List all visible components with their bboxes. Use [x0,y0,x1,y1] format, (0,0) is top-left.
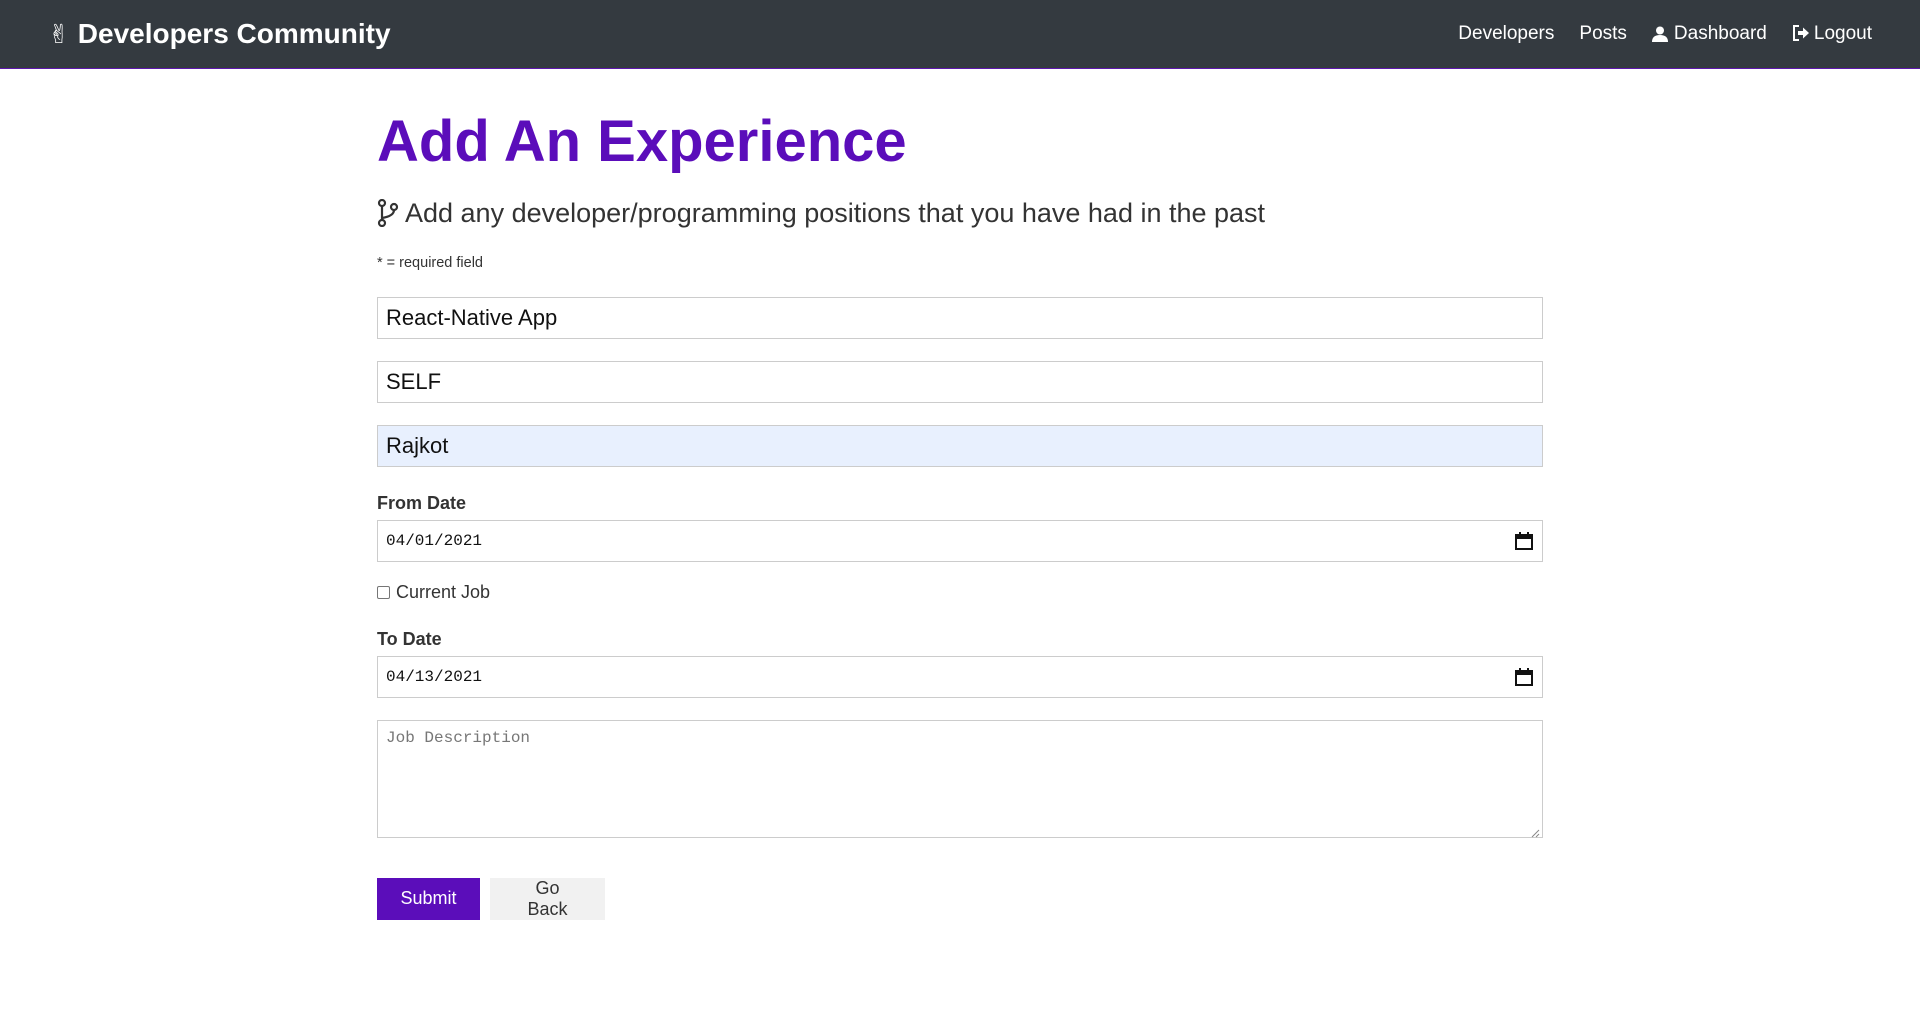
nav-link-label: Posts [1579,23,1627,44]
location-input[interactable]: Rajkot [377,424,1543,467]
job-title-group: React-Native App [377,296,1543,339]
from-date-group: From Date 04/01/2021 [377,493,1543,562]
nav-link-dashboard[interactable]: Dashboard [1651,23,1767,45]
lead-text: Add any developer/programming positions … [405,197,1266,228]
page-lead: Add any developer/programming positions … [377,198,1543,229]
nav-link-label: Logout [1813,23,1872,44]
current-job-row: Current Job [377,582,1543,603]
from-date-label: From Date [377,492,467,513]
page-title: Add An Experience [377,109,907,174]
job-title-input[interactable]: React-Native App [377,296,1543,339]
company-input[interactable]: SELF [377,360,1543,403]
navbar: ✌ Developers Community Developers Posts … [0,0,1920,69]
nav-links: Developers Posts Dashboard Logout [1458,23,1872,45]
nav-link-label: Developers [1458,23,1555,44]
to-date-input[interactable]: 04/13/2021 [377,655,1543,698]
calendar-icon[interactable] [1514,531,1534,551]
experience-form: React-Native App SELF Rajkot From Date 0… [377,296,1543,920]
current-job-checkbox[interactable] [377,585,390,599]
nav-link-label: Dashboard [1673,23,1767,44]
to-date-label: To Date [377,628,442,649]
brand-label: Developers Community [77,18,391,49]
brand-link[interactable]: ✌ Developers Community [48,18,391,50]
sign-out-icon [1792,25,1810,43]
submit-button[interactable]: Submit [377,877,480,920]
peace-hand-icon: ✌ [48,19,70,49]
to-date-value: 04/13/2021 [386,667,483,686]
main-content: Add An Experience Add any developer/prog… [377,69,1543,920]
user-icon [1651,25,1670,43]
resize-grip-icon[interactable] [1530,825,1540,838]
code-branch-icon [377,199,399,228]
current-job-label: Current Job [396,581,491,602]
from-date-value: 04/01/2021 [386,531,483,550]
required-note: * = required field [377,254,483,271]
calendar-icon[interactable] [1514,667,1534,687]
job-description-textarea[interactable]: Job Description [377,719,1543,838]
location-group: Rajkot [377,424,1543,467]
nav-link-developers[interactable]: Developers [1458,23,1554,45]
nav-link-posts[interactable]: Posts [1579,23,1627,45]
company-group: SELF [377,360,1543,403]
to-date-group: To Date 04/13/2021 [377,629,1543,698]
from-date-input[interactable]: 04/01/2021 [377,519,1543,562]
form-buttons: Submit Go Back [377,877,1543,920]
go-back-button[interactable]: Go Back [490,877,605,920]
job-description-placeholder: Job Description [386,728,531,747]
nav-link-logout[interactable]: Logout [1792,23,1872,45]
